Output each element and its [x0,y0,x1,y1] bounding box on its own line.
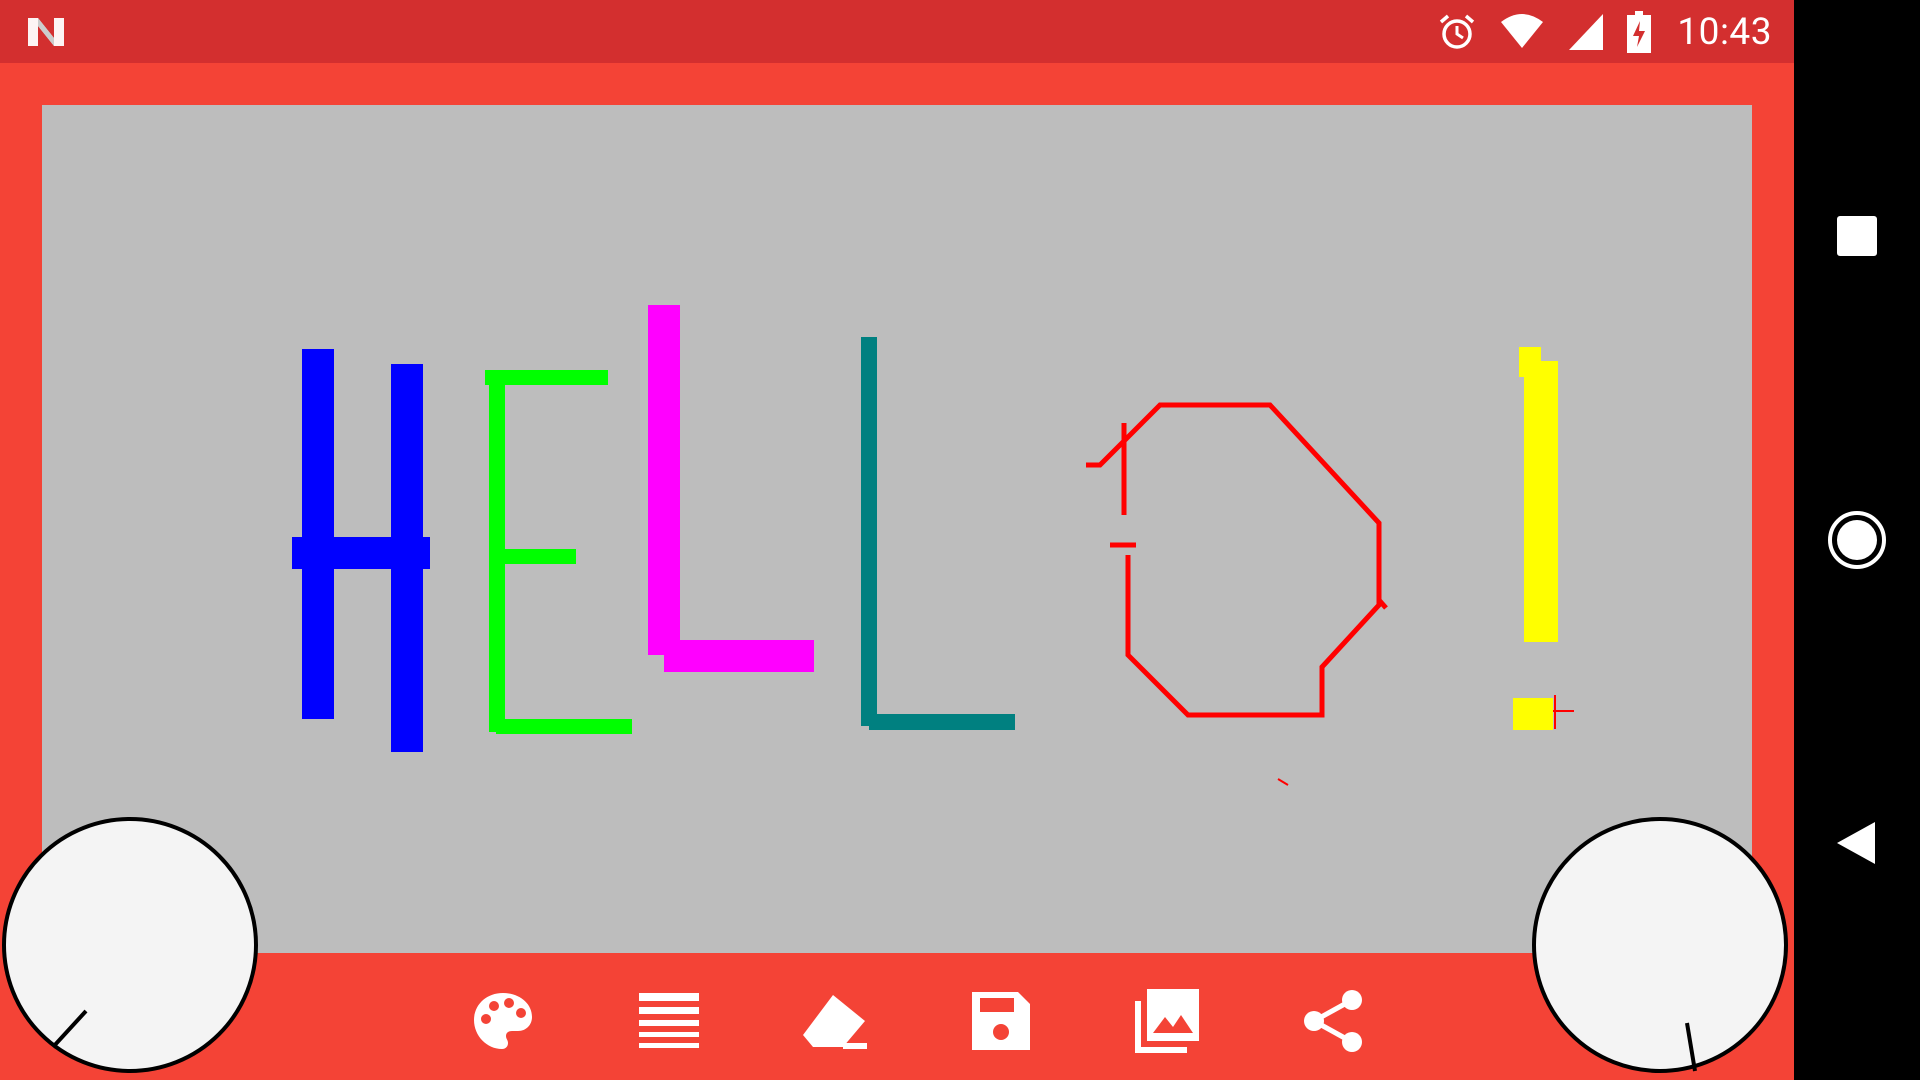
status-bar: 10:43 [0,0,1794,63]
stroke-h [292,349,430,752]
left-knob[interactable] [2,817,258,1073]
home-icon [1828,511,1886,569]
wifi-icon [1499,12,1545,52]
stroke-exclamation [1513,347,1558,730]
eraser-icon [803,995,867,1049]
eraser-button[interactable] [752,971,918,1071]
home-button[interactable] [1817,500,1897,580]
palette-icon [474,993,532,1049]
cursor-crosshair [1553,695,1574,729]
drawing-canvas[interactable] [42,105,1752,953]
recents-button[interactable] [1817,196,1897,276]
stroke-e [485,370,632,734]
alarm-icon [1437,12,1477,52]
back-button[interactable] [1817,803,1897,883]
signal-icon [1567,12,1605,52]
stroke-l2 [861,337,1015,730]
share-icon [1304,990,1362,1052]
save-button[interactable] [918,971,1084,1071]
gallery-icon [1135,989,1199,1053]
line-weight-icon [639,993,699,1048]
stroke-l1 [648,305,814,672]
stroke-o [1086,402,1388,786]
share-button[interactable] [1250,971,1416,1071]
drawing [292,305,1574,786]
knob-indicator-left [51,1009,88,1049]
navigation-bar [1794,0,1920,1080]
palette-button[interactable] [420,971,586,1071]
line-weight-button[interactable] [586,971,752,1071]
n-logo-icon [28,18,64,46]
clock: 10:43 [1677,10,1772,54]
sketch-frame [0,63,1794,1080]
toolbar [420,971,1416,1071]
back-icon [1837,822,1875,864]
gallery-button[interactable] [1084,971,1250,1071]
knob-indicator-right [1685,1022,1697,1072]
battery-charging-icon [1627,11,1652,53]
save-icon [972,992,1030,1050]
recents-icon [1837,216,1877,256]
right-knob[interactable] [1532,817,1788,1073]
